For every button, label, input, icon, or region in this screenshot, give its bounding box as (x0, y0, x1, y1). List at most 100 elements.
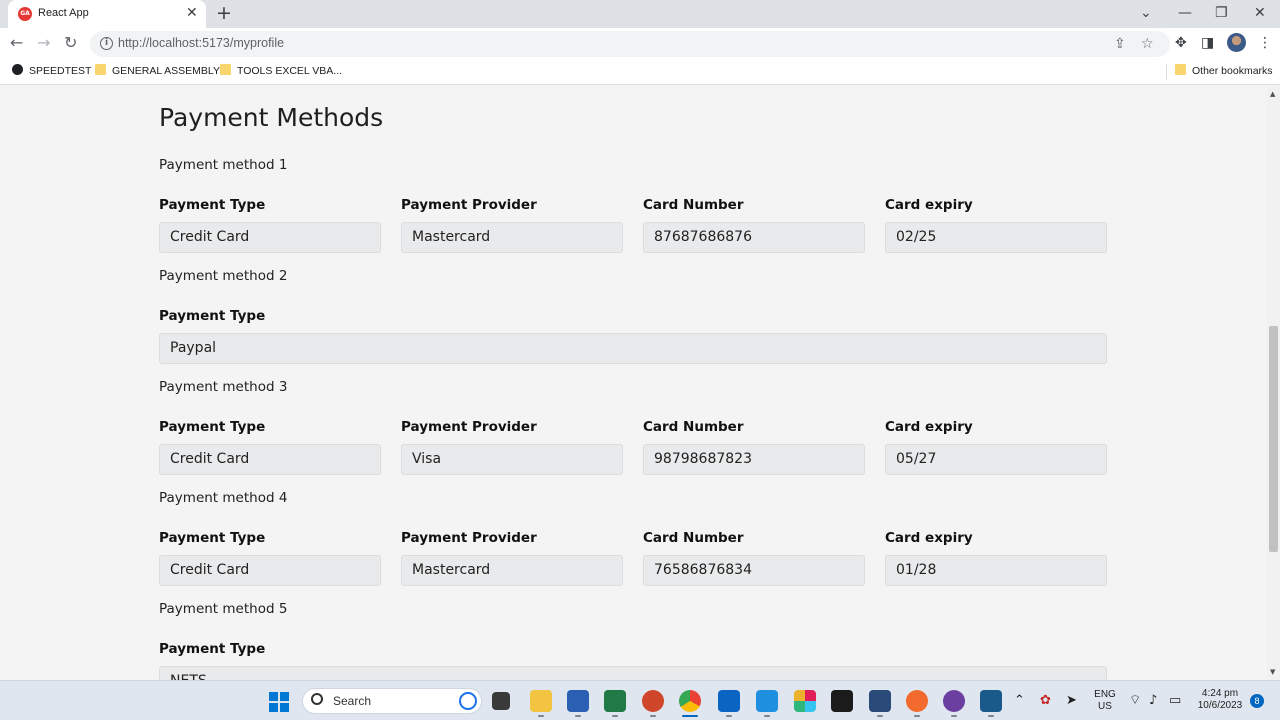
slack-icon[interactable] (794, 690, 816, 712)
windows-taskbar: Search ⌃ ✿ ➤ ENG US ⌔ ♪ ▭ 4:24 pm 10/6/2… (0, 680, 1280, 720)
payment-type-field[interactable]: Paypal (159, 333, 1107, 364)
address-bar[interactable]: i http://localhost:5173/myprofile ⇪ ☆ (90, 31, 1170, 57)
bookmark-star-icon[interactable]: ☆ (1141, 35, 1154, 53)
chrome-icon[interactable] (679, 690, 701, 712)
card-number-field[interactable]: 98798687823 (643, 444, 865, 475)
outlook-icon[interactable] (718, 690, 740, 712)
url-text[interactable]: http://localhost:5173/myprofile (118, 36, 284, 50)
search-icon (311, 693, 323, 705)
close-tab-icon[interactable]: ✕ (186, 5, 198, 21)
card-expiry-field[interactable]: 02/25 (885, 222, 1107, 253)
pdf-app-icon[interactable] (980, 690, 1002, 712)
file-explorer-icon[interactable] (530, 690, 552, 712)
back-arrow-icon[interactable]: ← (10, 33, 23, 53)
windows-start-icon[interactable] (269, 692, 289, 712)
reload-icon[interactable]: ↻ (64, 33, 77, 53)
field-label-payment-type: Payment Type (159, 308, 266, 324)
running-indicator (764, 715, 770, 717)
card-expiry-field[interactable]: 01/28 (885, 555, 1107, 586)
tray-app-icon[interactable]: ✿ (1040, 693, 1051, 709)
extensions-puzzle-icon[interactable]: ✥ (1175, 34, 1187, 52)
field-label-card-expiry: Card expiry (885, 530, 973, 546)
menu-kebab-icon[interactable]: ⋮ (1258, 34, 1272, 52)
tab-favicon-icon: GA (18, 7, 32, 21)
wifi-icon[interactable]: ⌔ (1129, 693, 1141, 709)
browser-tab[interactable]: GA React App ✕ (8, 0, 206, 28)
field-label-payment-type: Payment Type (159, 530, 266, 546)
field-label-payment-provider: Payment Provider (401, 419, 537, 435)
scroll-down-arrow-icon[interactable]: ▼ (1270, 668, 1275, 676)
payment-type-field[interactable]: Credit Card (159, 444, 381, 475)
restore-icon[interactable]: ❐ (1215, 4, 1228, 22)
running-indicator (726, 715, 732, 717)
bookmark-general-assembly[interactable]: GENERAL ASSEMBLY (95, 64, 220, 78)
running-indicator (951, 715, 957, 717)
payment-method-label: Payment method 4 (159, 490, 288, 506)
bookmark-speedtest[interactable]: SPEEDTEST (12, 64, 91, 78)
side-panel-icon[interactable]: ◨ (1201, 34, 1214, 52)
field-label-card-expiry: Card expiry (885, 419, 973, 435)
card-expiry-field[interactable]: 05/27 (885, 444, 1107, 475)
field-label-payment-type: Payment Type (159, 419, 266, 435)
payment-provider-field[interactable]: Mastercard (401, 555, 623, 586)
running-indicator (914, 715, 920, 717)
running-indicator (877, 715, 883, 717)
profile-avatar[interactable] (1227, 33, 1246, 52)
payment-type-field[interactable]: Credit Card (159, 222, 381, 253)
folder-icon (1175, 64, 1186, 75)
field-label-card-number: Card Number (643, 530, 744, 546)
card-number-field[interactable]: 76586876834 (643, 555, 865, 586)
task-view-icon[interactable] (492, 692, 510, 710)
forward-arrow-icon[interactable]: → (37, 33, 50, 53)
chevron-up-icon[interactable]: ⌃ (1014, 693, 1025, 709)
page-scrollbar[interactable]: ▲ ▼ (1267, 86, 1280, 680)
site-info-icon[interactable]: i (100, 37, 113, 50)
bookmark-label: GENERAL ASSEMBLY (112, 65, 220, 77)
taskbar-search-box[interactable]: Search (302, 688, 482, 714)
bookmarks-bar: SPEEDTEST GENERAL ASSEMBLY TOOLS EXCEL V… (0, 58, 1280, 85)
bing-chat-icon[interactable] (459, 692, 477, 710)
speedtest-icon (12, 64, 23, 75)
field-label-card-expiry: Card expiry (885, 197, 973, 213)
app-blue-icon[interactable] (869, 690, 891, 712)
share-icon[interactable]: ⇪ (1114, 35, 1126, 53)
payment-type-field[interactable]: Credit Card (159, 555, 381, 586)
notification-badge[interactable]: 8 (1250, 694, 1264, 708)
field-label-payment-provider: Payment Provider (401, 530, 537, 546)
battery-icon[interactable]: ▭ (1169, 693, 1181, 709)
region-code: US (1098, 701, 1112, 712)
excel-icon[interactable] (604, 690, 626, 712)
running-indicator (612, 715, 618, 717)
postman-icon[interactable] (906, 690, 928, 712)
tab-search-chevron-icon[interactable]: ⌄ (1140, 4, 1152, 22)
payment-type-field[interactable]: NETS (159, 666, 1107, 680)
page-title: Payment Methods (159, 103, 384, 132)
payment-provider-field[interactable]: Mastercard (401, 222, 623, 253)
minimize-icon[interactable]: — (1178, 4, 1192, 22)
field-label-payment-provider: Payment Provider (401, 197, 537, 213)
app-dark-icon[interactable] (831, 690, 853, 712)
scrollbar-thumb[interactable] (1269, 326, 1278, 552)
active-running-indicator (682, 715, 698, 717)
speaker-icon[interactable]: ♪ (1149, 693, 1157, 709)
new-tab-button[interactable]: + (216, 3, 232, 23)
location-arrow-icon[interactable]: ➤ (1066, 693, 1077, 709)
close-window-icon[interactable]: ✕ (1254, 4, 1266, 22)
other-bookmarks[interactable]: Other bookmarks (1175, 64, 1273, 78)
tab-strip: GA React App ✕ + ⌄ — ❐ ✕ (0, 0, 1280, 28)
github-desktop-icon[interactable] (943, 690, 965, 712)
payment-provider-field[interactable]: Visa (401, 444, 623, 475)
language-indicator[interactable]: ENG US (1093, 689, 1117, 713)
bookmark-tools-excel-vba[interactable]: TOOLS EXCEL VBA... (220, 64, 342, 78)
vscode-icon[interactable] (756, 690, 778, 712)
field-label-payment-type: Payment Type (159, 197, 266, 213)
card-number-field[interactable]: 87687686876 (643, 222, 865, 253)
word-icon[interactable] (567, 690, 589, 712)
running-indicator (538, 715, 544, 717)
scroll-up-arrow-icon[interactable]: ▲ (1270, 90, 1275, 98)
clock[interactable]: 4:24 pm 10/6/2023 (1192, 688, 1248, 712)
powerpoint-icon[interactable] (642, 690, 664, 712)
clock-date: 10/6/2023 (1197, 700, 1243, 711)
running-indicator (650, 715, 656, 717)
bookmark-label: SPEEDTEST (29, 65, 92, 77)
